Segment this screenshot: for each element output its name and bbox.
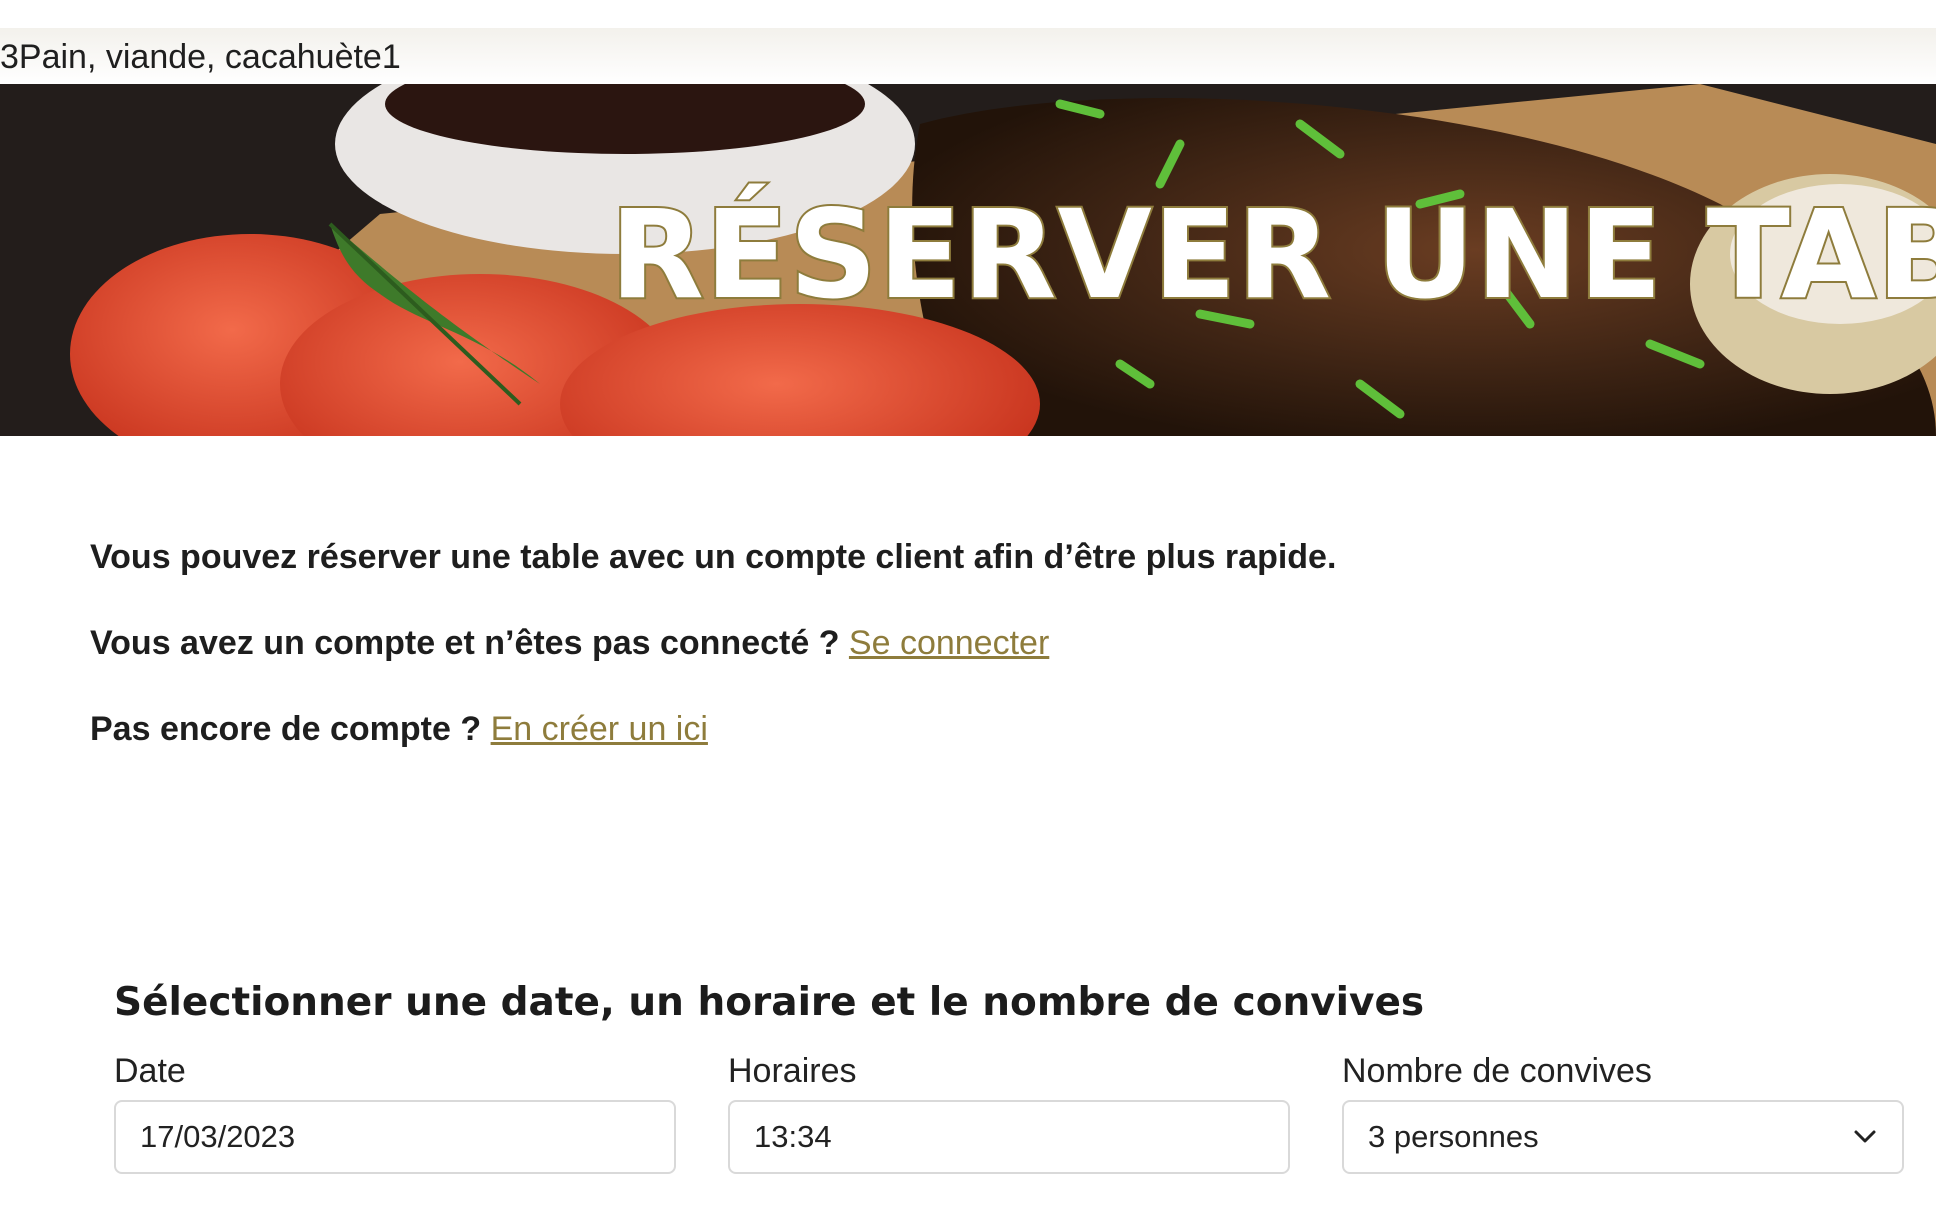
intro-line-login: Vous avez un compte et n’êtes pas connec…: [90, 624, 1049, 663]
intro-line-account: Vous pouvez réserver une table avec un c…: [90, 538, 1337, 576]
date-input[interactable]: 17/03/2023: [114, 1100, 676, 1174]
login-prompt: Vous avez un compte et n’êtes pas connec…: [90, 624, 849, 662]
hero-banner: RÉSERVER UNE TABL: [0, 84, 1936, 436]
time-input[interactable]: 13:34: [728, 1100, 1290, 1174]
date-label: Date: [114, 1052, 186, 1090]
signup-prompt: Pas encore de compte ?: [90, 710, 491, 748]
guests-select[interactable]: 3 personnes: [1342, 1100, 1904, 1174]
guests-label: Nombre de convives: [1342, 1052, 1652, 1090]
hero-title: RÉSERVER UNE TABL: [608, 182, 1936, 328]
chevron-down-icon: [1854, 1130, 1876, 1143]
form-heading: Sélectionner une date, un horaire et le …: [114, 980, 1425, 1025]
intro-line-signup: Pas encore de compte ? En créer un ici: [90, 710, 708, 749]
allergen-text: 3Pain, viande, cacahuète1: [0, 38, 401, 76]
guests-select-value: 3 personnes: [1368, 1119, 1539, 1154]
login-link[interactable]: Se connecter: [849, 624, 1049, 662]
time-label: Horaires: [728, 1052, 857, 1090]
signup-link[interactable]: En créer un ici: [491, 710, 708, 748]
